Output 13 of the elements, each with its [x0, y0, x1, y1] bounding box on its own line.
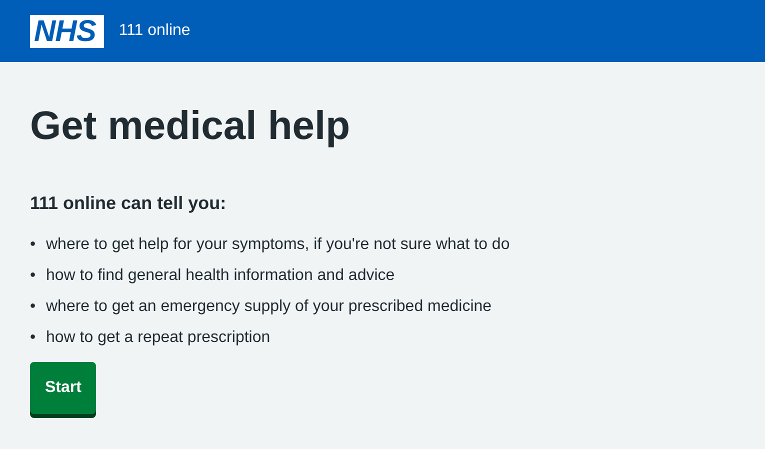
bullet: • — [30, 328, 37, 348]
service-name: 111 online — [118, 21, 190, 41]
list-item: how to get a repeat prescription — [46, 328, 270, 348]
list-item: how to find general health information and advice — [46, 266, 395, 286]
start-button[interactable]: Start — [30, 362, 96, 414]
list-item: where to get help for your symptoms, if you're not sure what to do — [46, 235, 510, 255]
list-item: where to get an emergency supply of your prescribed medicine — [46, 297, 492, 317]
bullet: • — [30, 235, 37, 255]
bullet: • — [30, 266, 37, 286]
nhs-logo[interactable]: NHS — [30, 14, 104, 48]
page-title: Get medical help — [30, 103, 352, 150]
bullet: • — [30, 297, 37, 317]
intro-heading: 111 online can tell you: — [30, 192, 228, 215]
